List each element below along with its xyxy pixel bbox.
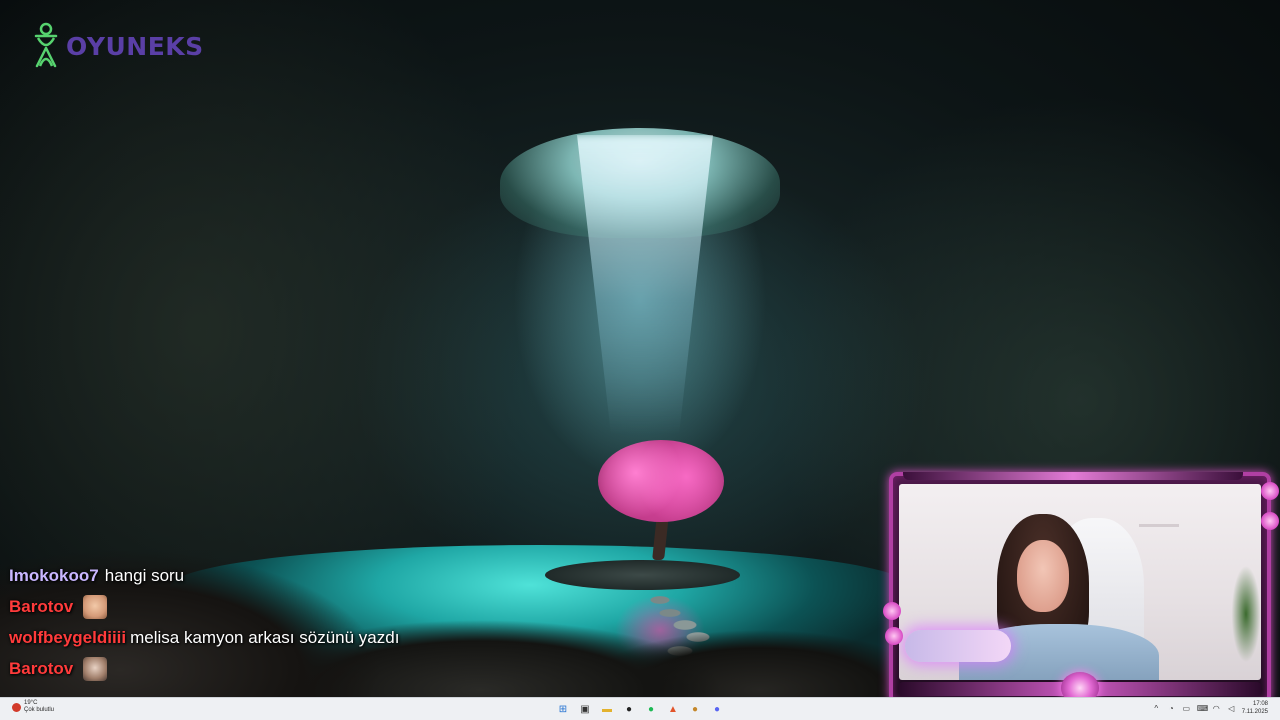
- keyboard-icon[interactable]: ⌨: [1197, 704, 1209, 713]
- weather-alert-icon: [12, 702, 21, 712]
- room-shelf: [1139, 524, 1179, 527]
- system-tray: ^ ◔ ▭ ⌨ ◠ ◁ 17:08 7.11.2025: [1152, 700, 1268, 716]
- brand-logo: OYUNEKS: [28, 22, 204, 70]
- webcam-overlay: [883, 472, 1280, 706]
- flower-ornament-icon: [1261, 482, 1279, 500]
- windows-start-icon[interactable]: ⊞: [555, 701, 571, 717]
- face-emote: [83, 656, 108, 681]
- taskbar-pinned-apps: ⊞ ▣ ▬ ● ● ▲ ● ●: [555, 701, 725, 717]
- clock[interactable]: 17:08 7.11.2025: [1242, 700, 1268, 716]
- clock-time: 17:08: [1252, 701, 1268, 707]
- chat-overlay: Imokokoo7 hangi soru Barotov wolfbeygeld…: [9, 560, 529, 684]
- streamer-face: [1017, 540, 1069, 612]
- taskbar: 19°C Çok bulutlu ⊞ ▣ ▬ ● ● ▲ ● ● ^ ◔ ▭ ⌨…: [0, 697, 1280, 720]
- speaker-icon[interactable]: ◁: [1227, 704, 1236, 713]
- chat-username: wolfbeygeldiiii: [9, 627, 127, 647]
- chat-username: Barotov: [9, 596, 74, 616]
- webcam-feed: [899, 484, 1261, 680]
- weather-widget[interactable]: 19°C Çok bulutlu: [12, 700, 54, 714]
- flower-ornament-icon: [883, 602, 901, 620]
- chat-username: Barotov: [9, 658, 74, 678]
- weather-condition: Çok bulutlu: [24, 707, 55, 713]
- network-icon[interactable]: ◔: [1167, 704, 1176, 713]
- wifi-icon[interactable]: ◠: [1212, 704, 1221, 713]
- chat-text: hangi soru: [104, 565, 185, 585]
- clock-date: 7.11.2025: [1241, 709, 1268, 715]
- pink-tree: [598, 440, 724, 522]
- microphone: [905, 630, 1011, 662]
- spotify-icon[interactable]: ●: [643, 701, 659, 717]
- weather-temperature: 19°C: [24, 700, 38, 706]
- chevron-up-icon[interactable]: ^: [1152, 704, 1161, 713]
- room-plant: [1221, 514, 1261, 680]
- webcam-frame-top-ornament: [903, 472, 1243, 480]
- chat-message: Barotov: [9, 591, 529, 622]
- obs-icon[interactable]: ●: [621, 701, 637, 717]
- brave-browser-icon[interactable]: ▲: [665, 701, 681, 717]
- chat-message: wolfbeygeldiiii melisa kamyon arkası söz…: [9, 622, 529, 653]
- brand-name: OYUNEKS: [66, 31, 204, 61]
- flower-ornament-icon: [885, 627, 903, 645]
- battery-icon[interactable]: ▭: [1182, 704, 1191, 713]
- brand-mark-icon: [34, 22, 58, 68]
- chat-message: Barotov: [9, 653, 529, 684]
- discord-icon[interactable]: ●: [709, 701, 725, 717]
- task-view-icon[interactable]: ▣: [577, 701, 593, 717]
- light-beam: [577, 135, 713, 435]
- chat-message: Imokokoo7 hangi soru: [9, 560, 529, 591]
- flower-ornament-icon: [1261, 512, 1279, 530]
- file-explorer-icon[interactable]: ▬: [599, 701, 615, 717]
- laughing-face-emote: [83, 594, 108, 619]
- browser-icon[interactable]: ●: [687, 701, 703, 717]
- chat-text: melisa kamyon arkası sözünü yazdı: [130, 627, 400, 647]
- chat-username: Imokokoo7: [9, 565, 99, 585]
